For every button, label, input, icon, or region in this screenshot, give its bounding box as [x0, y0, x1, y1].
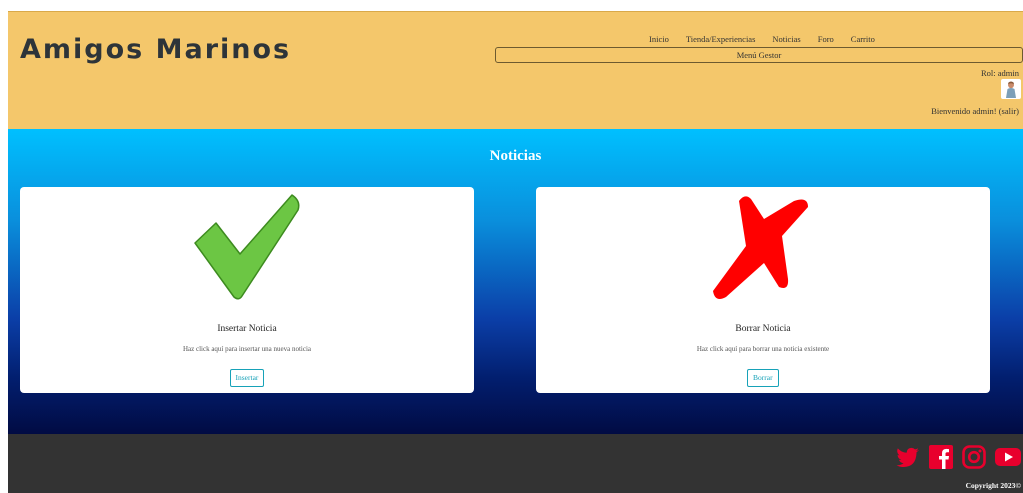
card-title: Borrar Noticia: [735, 324, 791, 334]
social-links: [887, 445, 1021, 474]
checkmark-icon: [20, 191, 474, 301]
footer: Copyright 2023©: [8, 434, 1023, 493]
site-logo[interactable]: Amigos Marinos: [20, 34, 291, 65]
main-nav: Inicio Tienda/Experiencias Noticias Foro…: [649, 34, 892, 44]
nav-item-noticias[interactable]: Noticias: [772, 34, 800, 44]
nav-item-tienda[interactable]: Tienda/Experiencias: [686, 34, 756, 44]
nav-item-foro[interactable]: Foro: [818, 34, 834, 44]
delete-button[interactable]: Borrar: [747, 369, 779, 387]
facebook-icon[interactable]: [929, 445, 953, 474]
menu-gestor-button[interactable]: Menú Gestor: [495, 47, 1023, 63]
page: Amigos Marinos Inicio Tienda/Experiencia…: [8, 11, 1023, 493]
card-description: Haz click aquí para borrar una noticia e…: [696, 345, 830, 353]
youtube-icon[interactable]: [995, 447, 1021, 472]
nav-item-inicio[interactable]: Inicio: [649, 34, 669, 44]
main-section: Noticias Insertar Noticia Haz click aquí…: [8, 129, 1023, 434]
welcome-logout-link[interactable]: Bienvenido admin! (salir): [931, 106, 1019, 116]
avatar[interactable]: [1001, 79, 1021, 99]
twitter-icon[interactable]: [896, 447, 920, 472]
header: Amigos Marinos Inicio Tienda/Experiencia…: [8, 11, 1023, 130]
page-title: Noticias: [489, 148, 542, 164]
delete-news-card[interactable]: Borrar Noticia Haz click aquí para borra…: [536, 187, 990, 393]
insert-news-card[interactable]: Insertar Noticia Haz click aquí para ins…: [20, 187, 474, 393]
x-mark-icon: [536, 191, 990, 301]
user-role: Rol: admin: [980, 68, 1019, 78]
card-title: Insertar Noticia: [217, 324, 277, 334]
copyright: Copyright 2023©: [965, 481, 1021, 490]
instagram-icon[interactable]: [962, 445, 986, 474]
card-description: Haz click aquí para insertar una nueva n…: [182, 345, 312, 353]
nav-item-carrito[interactable]: Carrito: [851, 34, 875, 44]
insert-button[interactable]: Insertar: [229, 369, 265, 387]
